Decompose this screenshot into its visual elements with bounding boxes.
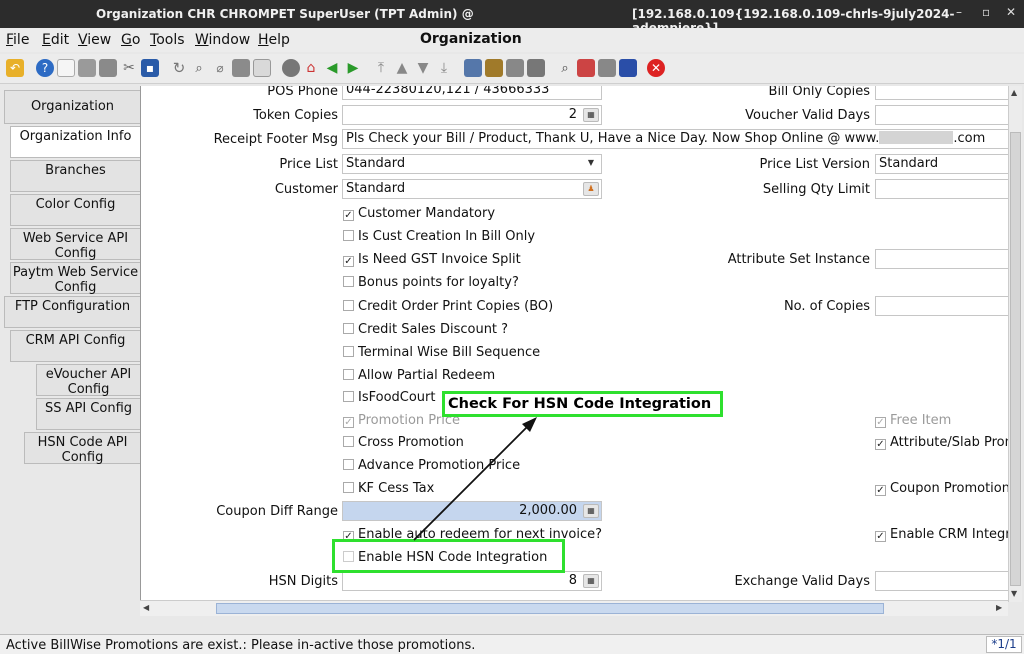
scroll-right-icon[interactable]: ▶ — [996, 603, 1002, 612]
scroll-left-icon[interactable]: ◀ — [143, 603, 149, 612]
horizontal-scrollbar[interactable]: ◀ ▶ — [140, 600, 1008, 616]
record-counter[interactable]: *1/1 — [986, 636, 1022, 653]
scroll-up-icon[interactable]: ▲ — [1011, 88, 1017, 97]
vertical-scroll-thumb[interactable] — [1010, 132, 1021, 586]
annotation-arrow-icon — [413, 417, 537, 541]
status-bar: Active BillWise Promotions are exist.: P… — [0, 634, 1024, 654]
status-message: Active BillWise Promotions are exist.: P… — [6, 638, 476, 653]
vertical-scrollbar[interactable]: ▲ ▼ — [1008, 86, 1022, 602]
scroll-down-icon[interactable]: ▼ — [1011, 589, 1017, 598]
horizontal-scroll-thumb[interactable] — [216, 603, 884, 614]
